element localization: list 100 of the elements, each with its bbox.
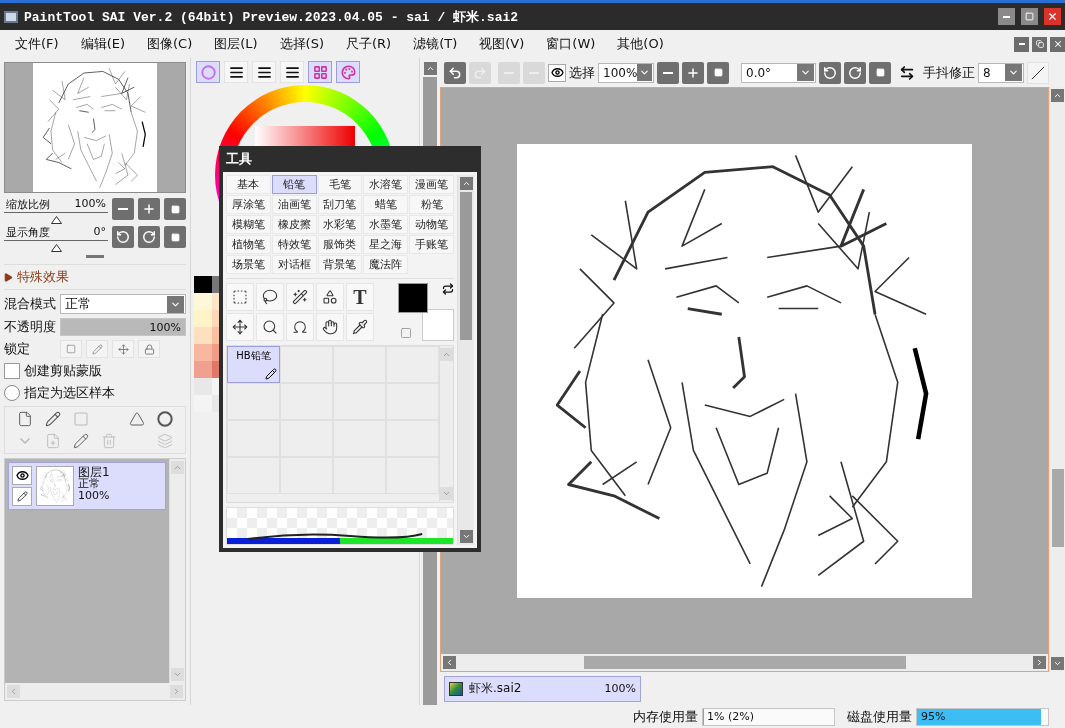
dropdown-button[interactable] — [637, 64, 652, 81]
scroll-down-button[interactable] — [459, 530, 473, 543]
scroll-left-button[interactable] — [443, 656, 456, 669]
new-pen-layer-icon[interactable] — [45, 411, 61, 427]
stabilizer-combo[interactable]: 8 — [978, 62, 1024, 83]
brush-category-tab[interactable]: 背景笔 — [317, 255, 363, 274]
brush-category-tab[interactable]: 毛笔 — [317, 175, 363, 194]
scrollbar-thumb[interactable] — [583, 656, 906, 669]
dropdown-button[interactable] — [167, 295, 184, 313]
rotate-right-button[interactable] — [138, 226, 160, 248]
color-mode-tab[interactable] — [308, 61, 332, 83]
undo-button[interactable] — [444, 61, 466, 84]
menu-item[interactable]: 窗口(W) — [535, 35, 607, 53]
brush-category-tab[interactable]: 场景笔 — [226, 255, 271, 274]
zoom-combo[interactable]: 100% — [598, 62, 654, 83]
rotate-left-button[interactable] — [112, 226, 134, 248]
brush-category-tab[interactable]: 油画笔 — [271, 195, 317, 214]
reset-zoom-button[interactable] — [707, 61, 729, 84]
menu-item[interactable]: 编辑(E) — [69, 35, 136, 53]
slider-thumb[interactable] — [51, 241, 62, 249]
scrollbar-thumb[interactable] — [1051, 469, 1064, 547]
lock-move-button[interactable] — [112, 340, 134, 358]
layer-item[interactable]: 图层1 正常 100% — [8, 462, 166, 510]
scrollbar[interactable] — [441, 654, 1048, 671]
brush-category-tab[interactable]: 水溶笔 — [363, 175, 409, 194]
foreground-color[interactable] — [398, 283, 428, 313]
navigator-preview[interactable] — [4, 62, 186, 193]
brush-category-tab[interactable]: 水彩笔 — [317, 215, 363, 234]
scrollbar-thumb[interactable] — [460, 192, 472, 340]
reset-rotation-button[interactable] — [869, 61, 891, 84]
lock-transparency-button[interactable] — [60, 340, 82, 358]
new-layer-icon[interactable] — [17, 411, 33, 427]
tool-button[interactable] — [316, 283, 344, 311]
brush-preset[interactable]: HB铅笔 — [227, 346, 280, 383]
menu-item[interactable]: 文件(F) — [4, 35, 70, 53]
brush-category-tab[interactable]: 魔法阵 — [363, 255, 409, 274]
dropdown-button[interactable] — [1005, 64, 1022, 81]
dropdown-button[interactable] — [797, 64, 814, 81]
zoom-in-button[interactable] — [138, 198, 160, 220]
pencil-button[interactable] — [12, 487, 32, 506]
lock-all-button[interactable] — [138, 340, 160, 358]
close-button[interactable] — [1050, 36, 1065, 52]
text-tool-button[interactable]: T — [346, 283, 374, 311]
rotate-right-button[interactable] — [844, 61, 866, 84]
tool-button[interactable] — [286, 313, 314, 341]
clear-layer-icon[interactable] — [73, 433, 89, 449]
minimize-button[interactable] — [998, 8, 1015, 25]
maximize-button[interactable] — [1021, 8, 1038, 25]
reset-rotation-button[interactable] — [164, 226, 186, 248]
tool-button[interactable] — [226, 313, 254, 341]
brush-category-tab[interactable]: 刮刀笔 — [317, 195, 363, 214]
restore-button[interactable] — [1032, 36, 1047, 52]
scroll-up-button[interactable] — [1051, 89, 1064, 102]
color-mode-tab[interactable] — [196, 61, 220, 83]
menu-item[interactable]: 图像(C) — [136, 35, 204, 53]
radio-button[interactable] — [4, 385, 20, 401]
visibility-toggle[interactable] — [12, 466, 32, 485]
slider-thumb[interactable] — [51, 213, 62, 221]
lock-paint-button[interactable] — [86, 340, 108, 358]
brush-category-tab[interactable]: 星之海 — [363, 235, 409, 254]
slider-track[interactable] — [4, 212, 108, 221]
scroll-down-button[interactable] — [1051, 657, 1064, 670]
menu-item[interactable]: 尺子(R) — [335, 35, 403, 53]
opacity-slider[interactable]: 100% — [60, 318, 186, 336]
scroll-up-button[interactable] — [423, 62, 437, 75]
brush-category-tab[interactable]: 服饰类 — [317, 235, 363, 254]
angle-combo[interactable]: 0.0° — [741, 62, 816, 83]
brush-category-tab[interactable]: 手账笔 — [409, 235, 454, 254]
scrollbar[interactable] — [457, 175, 474, 545]
background-color[interactable] — [422, 309, 454, 341]
zoom-out-button[interactable] — [112, 198, 134, 220]
swap-icon[interactable] — [442, 283, 454, 295]
brush-category-tab[interactable]: 植物笔 — [226, 235, 271, 254]
zoom-out-button[interactable] — [657, 61, 679, 84]
tool-button[interactable] — [316, 313, 344, 341]
brush-category-tab[interactable]: 铅笔 — [271, 175, 317, 194]
color-mode-tab[interactable] — [336, 61, 360, 83]
brush-category-tab[interactable]: 漫画笔 — [409, 175, 454, 194]
eye-toggle-button[interactable] — [548, 63, 566, 82]
tool-button[interactable] — [256, 313, 284, 341]
resize-handle[interactable] — [86, 255, 104, 258]
rotate-left-button[interactable] — [819, 61, 841, 84]
section-header[interactable]: 特殊效果 — [17, 268, 69, 286]
reset-colors-icon[interactable] — [400, 327, 412, 339]
brush-category-tab[interactable]: 水墨笔 — [363, 215, 409, 234]
brush-category-tab[interactable]: 厚涂笔 — [226, 195, 271, 214]
close-button[interactable] — [1044, 8, 1061, 25]
menu-item[interactable]: 选择(S) — [268, 35, 335, 53]
menu-item[interactable]: 滤镜(T) — [402, 35, 469, 53]
brush-category-tab[interactable]: 橡皮擦 — [271, 215, 317, 234]
brush-category-tab[interactable]: 对话框 — [271, 255, 317, 274]
collapsed-triangle-icon[interactable] — [4, 272, 13, 282]
flip-icon[interactable] — [899, 64, 915, 81]
brush-category-tab[interactable]: 动物笔 — [409, 215, 454, 234]
tool-button[interactable] — [256, 283, 284, 311]
tool-button[interactable] — [286, 283, 314, 311]
scroll-right-button[interactable] — [1033, 656, 1046, 669]
scrollbar[interactable] — [1049, 87, 1065, 672]
brush-category-tab[interactable]: 粉笔 — [409, 195, 454, 214]
menu-item[interactable]: 图层(L) — [203, 35, 269, 53]
